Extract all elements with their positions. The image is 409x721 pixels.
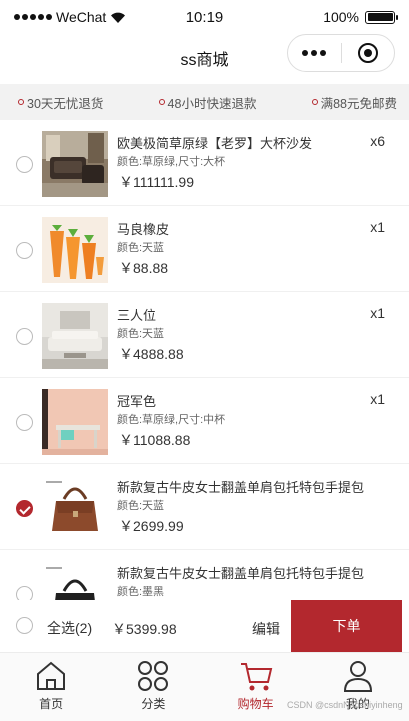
brown-bag-photo[interactable] xyxy=(42,475,108,541)
mini-program-capsule xyxy=(287,34,395,72)
item-name[interactable]: 欧美极简草原绿【老罗】大杯沙发 xyxy=(117,133,367,152)
item-quantity: x1 xyxy=(370,391,385,407)
black-bag-photo[interactable] xyxy=(42,561,108,600)
item-quantity: x6 xyxy=(370,133,385,149)
item-price: ￥88.88 xyxy=(119,260,169,276)
item-price: ￥2699.99 xyxy=(119,518,184,534)
promo-strip: 30天无忧退货 48小时快速退款 满88元免邮费 xyxy=(0,84,409,120)
cart-item[interactable]: 欧美极简草原绿【老罗】大杯沙发 x6 颜色:草原绿,尺寸:大杯 ￥111111.… xyxy=(0,120,409,206)
total-price: ￥5399.98 xyxy=(112,621,177,637)
item-spec: 颜色:草原绿,尺寸:大杯 xyxy=(117,156,226,168)
item-spec: 颜色:天蓝 xyxy=(117,500,165,512)
promo-item: 30天无忧退货 xyxy=(18,93,103,112)
item-price: ￥11088.88 xyxy=(119,432,191,448)
circle-icon xyxy=(311,99,318,105)
item-checkbox[interactable] xyxy=(16,156,33,173)
select-all-label[interactable]: 全选(2) xyxy=(47,618,92,638)
battery-fill xyxy=(367,13,393,21)
tab-home[interactable]: 首页 xyxy=(0,653,102,721)
cart-item[interactable]: 三人位 x1 颜色:天蓝 ￥4888.88 xyxy=(0,292,409,378)
item-price: ￥111111.99 xyxy=(119,174,194,190)
sofa-photo[interactable] xyxy=(42,131,108,197)
item-name[interactable]: 新款复古牛皮女士翻盖单肩包托特包手提包 黑色 xyxy=(117,563,367,582)
carrier-label: WeChat xyxy=(56,9,107,25)
item-checkbox[interactable] xyxy=(16,586,33,600)
carrot-eraser-photo[interactable] xyxy=(42,217,108,283)
desk-photo[interactable] xyxy=(42,389,108,455)
battery-percent: 100% xyxy=(323,9,359,25)
promo-text: 48小时快速退款 xyxy=(167,96,257,111)
home-icon xyxy=(37,661,66,690)
item-checkbox[interactable] xyxy=(16,414,33,431)
place-order-button[interactable]: 下单 xyxy=(291,600,402,652)
more-button[interactable] xyxy=(288,50,341,56)
promo-item: 满88元免邮费 xyxy=(311,93,397,112)
select-all-checkbox[interactable] xyxy=(16,617,33,634)
item-name[interactable]: 马良橡皮 xyxy=(117,219,367,238)
cart-item[interactable]: 新款复古牛皮女士翻盖单肩包托特包手提包 棕色 颜色:天蓝 ￥2699.99 xyxy=(0,464,409,550)
item-checkbox[interactable] xyxy=(16,242,33,259)
item-quantity: x1 xyxy=(370,305,385,321)
status-time: 10:19 xyxy=(185,8,224,26)
signal-icon xyxy=(14,14,52,20)
close-button[interactable] xyxy=(341,43,394,63)
promo-text: 30天无忧退货 xyxy=(27,96,104,111)
wifi-icon xyxy=(111,12,126,23)
tab-category[interactable]: 分类 xyxy=(102,653,204,721)
checkout-bar: 全选(2) ￥5399.98 编辑 下单 xyxy=(0,600,409,652)
category-icon xyxy=(138,661,169,691)
cart-item[interactable]: 马良橡皮 x1 颜色:天蓝 ￥88.88 xyxy=(0,206,409,292)
tab-label: 购物车 xyxy=(237,697,274,711)
item-name[interactable]: 冠军色 xyxy=(117,391,367,410)
tab-bar: 首页 分类 购物车 我的 xyxy=(0,652,409,721)
item-spec: 颜色:天蓝 xyxy=(117,242,165,254)
item-name[interactable]: 三人位 xyxy=(117,305,367,324)
cart-icon xyxy=(240,663,272,691)
cart-item[interactable]: 冠军色 x1 颜色:草原绿,尺寸:中杯 ￥11088.88 xyxy=(0,378,409,464)
item-checkbox[interactable] xyxy=(16,500,33,517)
target-icon xyxy=(357,43,378,63)
item-quantity: x1 xyxy=(370,219,385,235)
nav-bar: ss商城 xyxy=(0,34,409,82)
status-right: 100% xyxy=(245,9,398,25)
item-checkbox[interactable] xyxy=(16,328,33,345)
tab-cart[interactable]: 购物车 xyxy=(205,653,307,721)
battery-icon xyxy=(365,10,398,24)
cart-list: 欧美极简草原绿【老罗】大杯沙发 x6 颜色:草原绿,尺寸:大杯 ￥111111.… xyxy=(0,120,409,600)
status-bar: WeChat 10:19 100% xyxy=(0,0,409,34)
page-title: ss商城 xyxy=(180,52,229,69)
status-left: WeChat xyxy=(14,9,164,25)
item-spec: 颜色:天蓝 xyxy=(117,328,165,340)
promo-text: 满88元免邮费 xyxy=(320,96,397,111)
tab-label: 首页 xyxy=(39,697,64,711)
tab-label: 分类 xyxy=(141,697,166,711)
watermark: CSDN @csdnNanshiyinheng xyxy=(287,700,403,710)
edit-button[interactable]: 编辑 xyxy=(252,619,280,639)
item-name[interactable]: 新款复古牛皮女士翻盖单肩包托特包手提包 棕色 xyxy=(117,477,367,496)
circle-icon xyxy=(158,99,165,105)
user-icon xyxy=(343,661,372,692)
tab-profile[interactable]: 我的 xyxy=(307,653,409,721)
item-spec: 颜色:草原绿,尺寸:中杯 xyxy=(117,414,226,426)
promo-item: 48小时快速退款 xyxy=(158,93,257,112)
cart-item[interactable]: 新款复古牛皮女士翻盖单肩包托特包手提包 黑色 颜色:墨黑 xyxy=(0,550,409,600)
living-room-photo[interactable] xyxy=(42,303,108,369)
item-price: ￥4888.88 xyxy=(119,346,184,362)
circle-icon xyxy=(18,99,24,105)
item-spec: 颜色:墨黑 xyxy=(117,586,165,598)
